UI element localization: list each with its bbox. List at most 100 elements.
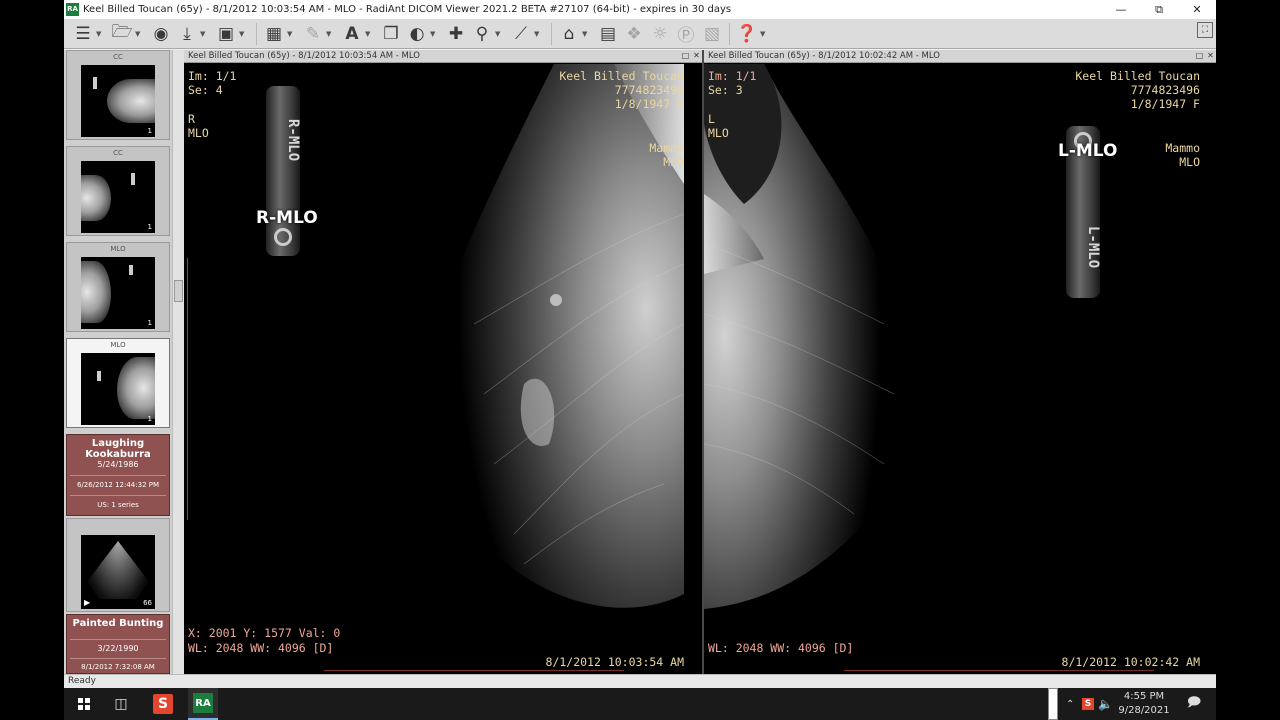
3d-volume-button[interactable]: ❖ — [621, 21, 647, 47]
study-divider — [70, 658, 166, 659]
zoom-dropdown-icon[interactable]: ▼ — [495, 30, 504, 38]
view-position-right: MLO — [663, 155, 684, 169]
text-button[interactable]: A — [339, 21, 365, 47]
fullscreen-icon: ⛶ — [1201, 25, 1209, 35]
task-view-button[interactable]: ◫ — [106, 688, 136, 720]
copy-button[interactable]: ❐ — [378, 21, 404, 47]
patient-dob-sex: 1/8/1947 F — [614, 97, 684, 111]
patient-dob-sex: 1/8/1947 F — [1130, 97, 1200, 111]
open-button[interactable]: 🗁 — [109, 21, 135, 47]
marker-text: R-MLO — [285, 118, 301, 162]
clock[interactable]: 4:55 PM 9/28/2021 — [1116, 688, 1172, 720]
image-info-icon: ▤ — [599, 23, 617, 44]
cursor-position: X: 2001 Y: 1577 Val: 0 — [188, 626, 341, 640]
save-button[interactable]: ▣ — [213, 21, 239, 47]
series-thumbnail-selected[interactable]: MLO 1 — [66, 338, 170, 428]
report-icon: ▧ — [703, 23, 721, 44]
patient-name: Keel Billed Toucan — [1075, 69, 1200, 83]
open-cd-button[interactable]: ◉ — [148, 21, 174, 47]
layout-button[interactable]: ▦ — [261, 21, 287, 47]
pacs-download-button[interactable]: ⤓ — [174, 21, 200, 47]
maximize-viewport-button[interactable]: □ — [1194, 51, 1205, 62]
side-label: L-MLO — [1058, 141, 1118, 161]
close-button[interactable]: ✕ — [1178, 0, 1216, 19]
functions-button[interactable]: Ⓟ — [673, 21, 699, 47]
start-button[interactable] — [64, 688, 104, 720]
window-level-dropdown-icon[interactable]: ▼ — [430, 30, 439, 38]
series-thumbnail[interactable]: ▶ 66 — [66, 518, 170, 612]
text-dropdown-icon[interactable]: ▼ — [365, 30, 374, 38]
window-level-button[interactable]: ◐ — [404, 21, 430, 47]
snagit-tray-icon[interactable]: S — [1082, 688, 1096, 720]
restore-button[interactable]: ⧉ — [1140, 0, 1178, 19]
grid-icon: ▦ — [265, 23, 283, 44]
help-button[interactable]: ❓ — [734, 21, 760, 47]
radiant-window: RA Keel Billed Toucan (65y) - 8/1/2012 1… — [64, 0, 1216, 688]
play-icon[interactable]: ▶ — [84, 598, 90, 607]
mpr-button[interactable]: ⌂ — [556, 21, 582, 47]
annotation-button[interactable]: ✎ — [300, 21, 326, 47]
help-dropdown-icon[interactable]: ▼ — [760, 30, 769, 38]
close-icon: ✕ — [1192, 3, 1202, 16]
scrollbar-thumb[interactable] — [174, 280, 183, 302]
save-dropdown-icon[interactable]: ▼ — [239, 30, 248, 38]
series-index: Se: 3 — [708, 83, 743, 97]
sidebar-scrollbar[interactable] — [172, 50, 184, 674]
marker-ring-icon — [274, 228, 292, 246]
maximize-viewport-button[interactable]: □ — [680, 51, 691, 62]
open-dropdown-icon[interactable]: ▼ — [135, 30, 144, 38]
annotation-dropdown-icon[interactable]: ▼ — [326, 30, 335, 38]
thumbnail-image: 1 — [81, 65, 155, 137]
clock-date: 9/28/2021 — [1118, 705, 1170, 716]
thumbnail-image-count: 1 — [147, 127, 152, 135]
help-icon: ❓ — [736, 23, 758, 44]
clock-time: 4:55 PM — [1123, 691, 1165, 702]
notifications-button[interactable]: 🗩 — [1182, 688, 1206, 720]
viewport-title: Keel Billed Toucan (65y) - 8/1/2012 10:0… — [708, 51, 941, 61]
viewport-right-mlo[interactable]: Keel Billed Toucan (65y) - 8/1/2012 10:0… — [184, 50, 702, 674]
title-bar[interactable]: RA Keel Billed Toucan (65y) - 8/1/2012 1… — [64, 0, 1216, 19]
reports-button[interactable]: ▧ — [699, 21, 725, 47]
fullscreen-button[interactable]: ⛶ — [1197, 22, 1213, 38]
close-viewport-button[interactable]: ✕ — [1205, 51, 1216, 62]
thumbnail-sidebar: CC 1 CC 1 MLO 1 MLO 1 Laughing Kookaburr… — [64, 50, 172, 674]
study-header[interactable]: Painted Bunting 3/22/1990 8/1/2012 7:32:… — [66, 614, 170, 674]
status-bar: Ready — [64, 674, 1216, 688]
menu-dropdown-icon[interactable]: ▼ — [96, 30, 105, 38]
taskbar-app-radiant[interactable]: RA — [188, 688, 218, 720]
download-dropdown-icon[interactable]: ▼ — [200, 30, 209, 38]
contrast-icon: ◐ — [409, 23, 425, 44]
task-view-icon: ◫ — [114, 696, 128, 712]
volume-button[interactable]: 🔈 — [1098, 688, 1114, 720]
study-datetime: 6/26/2012 12:44:32 PM — [76, 481, 160, 489]
mpr-icon: ⌂ — [563, 23, 575, 44]
measure-dropdown-icon[interactable]: ▼ — [534, 30, 543, 38]
viewport-left-mlo[interactable]: Keel Billed Toucan (65y) - 8/1/2012 10:0… — [704, 50, 1216, 674]
zoom-button[interactable]: ⚲ — [469, 21, 495, 47]
patient-id: 7774823496 — [1130, 83, 1200, 97]
vertical-scale-ruler — [187, 258, 188, 520]
pan-button[interactable]: ✚ — [443, 21, 469, 47]
series-thumbnail[interactable]: CC 1 — [66, 146, 170, 236]
ultrasound-thumbnail-image: ▶ 66 — [81, 535, 155, 609]
snagit-icon: S — [1082, 698, 1094, 710]
study-datetime: 8/1/2012 7:32:08 AM — [81, 663, 155, 671]
taskbar-app-snagit[interactable]: S — [148, 688, 178, 720]
function-icon: Ⓟ — [677, 26, 695, 46]
mpr-dropdown-icon[interactable]: ▼ — [582, 30, 591, 38]
series-info-button[interactable]: ▤ — [595, 21, 621, 47]
close-viewport-button[interactable]: ✕ — [691, 51, 702, 62]
series-thumbnail[interactable]: MLO 1 — [66, 242, 170, 332]
view-position-right: MLO — [1179, 155, 1200, 169]
side-label: R-MLO — [256, 208, 318, 228]
show-hidden-icons-button[interactable]: ⌃ — [1066, 688, 1080, 720]
study-birth-date: 5/24/1986 — [97, 460, 139, 469]
measure-button[interactable]: ⟋ — [508, 21, 534, 47]
layout-dropdown-icon[interactable]: ▼ — [287, 30, 296, 38]
minimize-button[interactable]: — — [1102, 0, 1140, 19]
series-thumbnail[interactable]: CC 1 — [66, 50, 170, 140]
study-header[interactable]: Laughing Kookaburra 5/24/1986 6/26/2012 … — [66, 434, 170, 516]
tray-scrollbar[interactable] — [1048, 688, 1058, 720]
fusion-button[interactable]: ☼ — [647, 21, 673, 47]
menu-button[interactable]: ☰ — [70, 21, 96, 47]
